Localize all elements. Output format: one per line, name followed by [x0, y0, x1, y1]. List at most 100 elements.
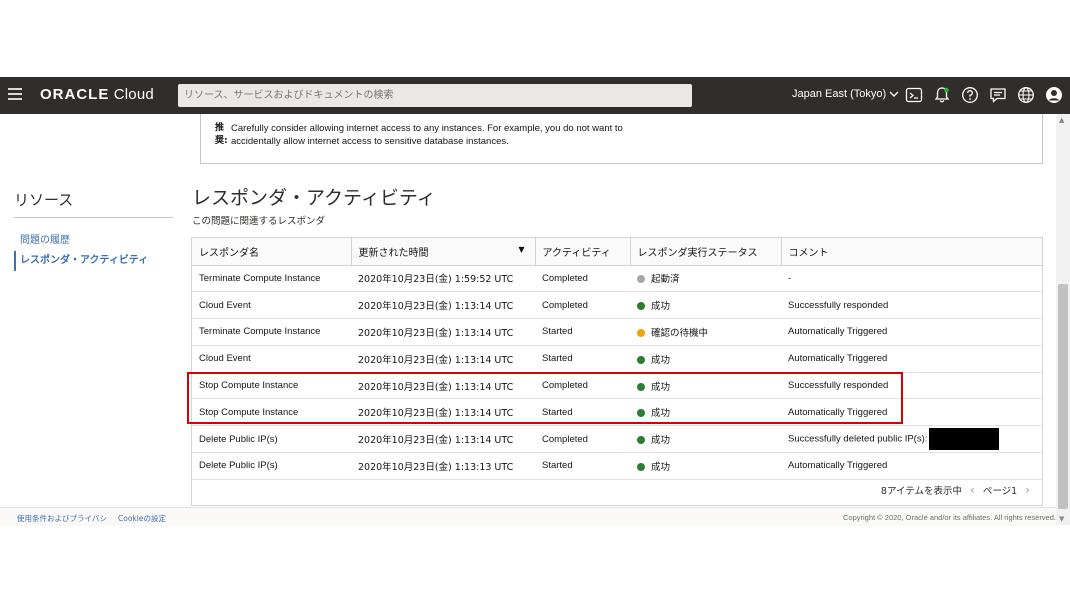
recommendation-notice: 推奨: Carefully consider allowing internet…	[200, 114, 1043, 164]
table-row[interactable]: Delete Public IP(s) 2020年10月23日(金) 1:13:1…	[192, 425, 1042, 454]
scrollbar-thumb[interactable]	[1058, 284, 1068, 509]
comment-cell: Automatically Triggered	[781, 345, 1042, 373]
chevron-right-icon[interactable]: ›	[1025, 483, 1030, 497]
item-count: 8アイテムを表示中	[880, 486, 963, 497]
chat-icon[interactable]	[989, 86, 1007, 104]
status-cell: 成功	[630, 398, 781, 427]
table-header-row: レスポンダ名 更新された時間 ▼ アクティビティ レスポンダ実行ステータス コメン…	[192, 238, 1042, 266]
status-cell: 確認の待機中	[630, 318, 781, 346]
cookie-settings-link[interactable]: Cookieの設定	[118, 513, 166, 524]
column-header-status[interactable]: レスポンダ実行ステータス	[630, 238, 782, 266]
page-indicator: ページ1	[982, 486, 1018, 497]
responder-name-cell: Stop Compute Instance	[192, 398, 351, 427]
comment-cell: Successfully deleted public IP(s):	[781, 425, 1042, 454]
table-row[interactable]: Terminate Compute Instance 2020年10月23日(金)…	[192, 265, 1042, 293]
responder-name-cell: Cloud Event	[192, 291, 351, 320]
table-row[interactable]: Stop Compute Instance 2020年10月23日(金) 1:13…	[192, 372, 1042, 400]
status-dot-icon	[637, 409, 645, 418]
status-dot-icon	[637, 355, 645, 364]
comment-cell: -	[781, 265, 1042, 293]
status-cell: 成功	[630, 291, 781, 320]
activity-cell: Started	[535, 318, 630, 346]
activity-cell: Started	[535, 452, 630, 480]
responder-name-cell: Terminate Compute Instance	[192, 265, 351, 293]
comment-text: Successfully responded	[788, 299, 889, 311]
activity-cell: Completed	[535, 265, 630, 293]
status-cell: 成功	[630, 372, 781, 400]
column-header-comment[interactable]: コメント	[781, 238, 1042, 266]
table-row[interactable]: Delete Public IP(s) 2020年10月23日(金) 1:13:1…	[192, 452, 1042, 480]
status-cell: 成功	[630, 425, 781, 454]
column-header-activity[interactable]: アクティビティ	[535, 238, 631, 266]
activity-cell: Completed	[535, 291, 630, 320]
responder-name-cell: Cloud Event	[192, 345, 351, 373]
top-navigation-bar: ORACLE Cloud Japan East (Tokyo)	[0, 77, 1070, 114]
comment-cell: Automatically Triggered	[781, 452, 1042, 480]
search-input[interactable]	[178, 84, 692, 107]
comment-text: Automatically Triggered	[788, 460, 888, 472]
status-dot-icon	[637, 462, 645, 471]
status-label: 確認の待機中	[651, 327, 709, 339]
status-label: 成功	[651, 301, 671, 313]
page-scrollbar[interactable]: ▲ ▼	[1056, 114, 1070, 525]
activity-cell: Started	[535, 398, 630, 427]
scroll-up-icon[interactable]: ▲	[1059, 116, 1064, 124]
terms-privacy-link[interactable]: 使用条件およびプライバシ	[17, 513, 107, 524]
status-label: 成功	[651, 408, 671, 420]
status-label: 起動済	[651, 274, 680, 286]
region-label: Japan East (Tokyo)	[792, 88, 887, 100]
status-cell: 成功	[630, 345, 781, 373]
comment-text: Successfully deleted public IP(s):	[788, 433, 928, 445]
updated-time-cell: 2020年10月23日(金) 1:59:52 UTC	[351, 265, 535, 293]
hamburger-menu-icon[interactable]	[8, 88, 22, 100]
sidebar-item-responder-activity[interactable]: レスポンダ・アクティビティ	[14, 251, 148, 271]
help-icon[interactable]	[961, 86, 979, 104]
comment-cell: Automatically Triggered	[781, 318, 1042, 346]
updated-time-cell: 2020年10月23日(金) 1:13:14 UTC	[351, 291, 535, 320]
column-header-responder-name[interactable]: レスポンダ名	[192, 238, 352, 266]
activity-cell: Started	[535, 345, 630, 373]
status-label: 成功	[651, 354, 671, 366]
responder-name-cell: Stop Compute Instance	[192, 372, 351, 400]
comment-text: Automatically Triggered	[788, 353, 888, 365]
status-dot-icon	[637, 275, 645, 284]
sidebar-item-problem-history[interactable]: 問題の履歴	[14, 231, 70, 246]
table-row[interactable]: Cloud Event 2020年10月23日(金) 1:13:14 UTC Com…	[192, 291, 1042, 320]
comment-text: -	[788, 272, 792, 284]
column-header-updated-time[interactable]: 更新された時間 ▼	[351, 238, 536, 266]
oracle-cloud-logo[interactable]: ORACLE Cloud	[40, 86, 154, 103]
globe-icon[interactable]	[1017, 86, 1035, 104]
comment-cell: Successfully responded	[781, 372, 1042, 400]
activity-cell: Completed	[535, 425, 630, 454]
region-selector[interactable]: Japan East (Tokyo)	[792, 88, 899, 100]
responder-name-cell: Delete Public IP(s)	[192, 425, 351, 454]
comment-text: Successfully responded	[788, 380, 889, 392]
updated-time-cell: 2020年10月23日(金) 1:13:14 UTC	[351, 398, 535, 427]
updated-time-cell: 2020年10月23日(金) 1:13:14 UTC	[351, 425, 535, 454]
footer: 使用条件およびプライバシ Cookieの設定 Copyright © 2020,…	[0, 507, 1056, 526]
responder-name-cell: Delete Public IP(s)	[192, 452, 351, 480]
updated-time-cell: 2020年10月23日(金) 1:13:14 UTC	[351, 345, 535, 373]
comment-text: Automatically Triggered	[788, 326, 888, 338]
user-icon[interactable]	[1045, 86, 1063, 104]
cloud-shell-icon[interactable]	[905, 86, 923, 104]
status-dot-icon	[637, 302, 645, 311]
table-row[interactable]: Terminate Compute Instance 2020年10月23日(金)…	[192, 318, 1042, 346]
table-row[interactable]: Cloud Event 2020年10月23日(金) 1:13:14 UTC Sta…	[192, 345, 1042, 373]
divider	[14, 217, 173, 218]
scroll-down-icon[interactable]: ▼	[1059, 515, 1064, 523]
updated-time-cell: 2020年10月23日(金) 1:13:14 UTC	[351, 372, 535, 400]
responder-name-cell: Terminate Compute Instance	[192, 318, 351, 346]
notice-mark: 推奨:	[215, 123, 228, 146]
updated-time-cell: 2020年10月23日(金) 1:13:14 UTC	[351, 318, 535, 346]
sort-desc-icon[interactable]: ▼	[518, 245, 524, 254]
table-row[interactable]: Stop Compute Instance 2020年10月23日(金) 1:13…	[192, 398, 1042, 427]
chevron-left-icon[interactable]: ‹	[970, 483, 975, 497]
comment-cell: Successfully responded	[781, 291, 1042, 320]
bell-icon[interactable]	[933, 86, 951, 104]
pagination: 8アイテムを表示中 ‹ ページ1 ›	[881, 483, 1030, 497]
comment-cell: Automatically Triggered	[781, 398, 1042, 427]
copyright-text: Copyright © 2020, Oracle and/or its affi…	[843, 513, 1056, 522]
status-dot-icon	[637, 436, 645, 445]
resources-heading: リソース	[14, 191, 74, 209]
